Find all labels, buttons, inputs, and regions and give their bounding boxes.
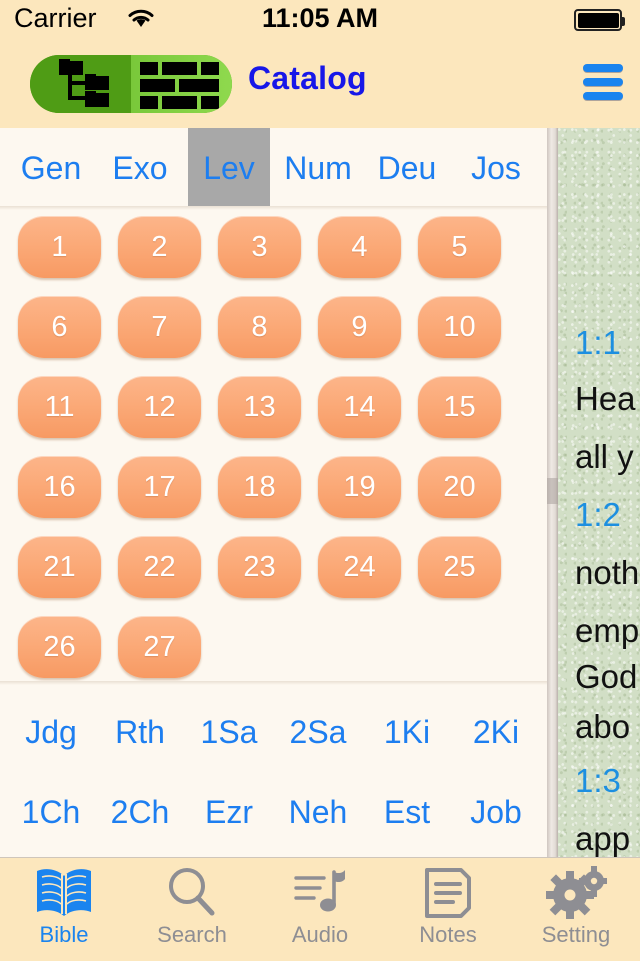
tab-label: Bible [39,922,89,947]
tab-label: Setting [541,922,611,947]
chapter-button[interactable]: 1 [18,216,101,278]
music-note-list-icon [290,862,350,924]
chapter-button[interactable]: 23 [218,536,301,598]
gears-icon [545,862,607,924]
book-tab-2ki[interactable]: 2Ki [455,692,537,772]
chapter-button[interactable]: 13 [218,376,301,438]
chapter-button[interactable]: 20 [418,456,501,518]
tab-search[interactable]: Search [128,858,256,961]
nav-bar: Catalog [0,38,640,128]
battery-full-icon [574,9,625,31]
chapter-button[interactable]: 27 [118,616,201,678]
chapter-button[interactable]: 8 [218,296,301,358]
book-tab-gen[interactable]: Gen [10,128,92,208]
book-tab-jos[interactable]: Jos [455,128,537,208]
verse-text-line: abo [575,708,631,745]
verse-text-line: Hea [575,380,636,417]
hamburger-menu-icon[interactable] [574,56,632,110]
tab-setting[interactable]: Setting [512,858,640,961]
chapter-button[interactable]: 5 [418,216,501,278]
catalog-tree-brick-logo-icon[interactable] [30,55,232,113]
chapter-button[interactable]: 10 [418,296,501,358]
chapter-button[interactable]: 16 [18,456,101,518]
tab-bible[interactable]: Bible [0,858,128,961]
book-tab-lev[interactable]: Lev [188,128,270,208]
reader-panel[interactable]: 1:1Heaall y1:2nothempGodabo1:3app1:4andE… [558,128,640,857]
chapter-button[interactable]: 19 [318,456,401,518]
verse-text-line: God [575,658,638,695]
clock-label: 11:05 AM [261,3,379,33]
menu-bar-3 [583,92,623,100]
book-tabs-row-1: Jdg Rth 1Sa 2Sa 1Ki 2Ki [0,692,550,772]
verse-number: 1:1 [575,324,621,361]
catalog-panel: Gen Exo Lev Num Deu Jos 1 2 3 4 5 6 7 8 9 10 11 12 13 14 15… [0,128,550,857]
chapter-button[interactable]: 17 [118,456,201,518]
verse-number: 1:2 [575,496,621,533]
book-tab-est[interactable]: Est [366,772,448,852]
chapter-button[interactable]: 18 [218,456,301,518]
open-book-icon [32,862,96,924]
tab-notes[interactable]: Notes [384,858,512,961]
tab-label: Notes [419,922,477,947]
book-tabs-bottom: Jdg Rth 1Sa 2Sa 1Ki 2Ki 1Ch 2Ch Ezr Neh Est Job [0,686,550,857]
battery-fill [577,12,619,28]
chapter-button[interactable]: 21 [18,536,101,598]
book-tab-num[interactable]: Num [277,128,359,208]
chapter-button[interactable]: 9 [318,296,401,358]
reader-content: 1:1Heaall y1:2nothempGodabo1:3app1:4andE… [558,128,640,857]
chapter-button[interactable]: 15 [418,376,501,438]
book-tab-1sa[interactable]: 1Sa [188,692,270,772]
book-tab-2sa[interactable]: 2Sa [277,692,359,772]
panel-divider-grip[interactable] [547,478,558,504]
chapter-button[interactable]: 22 [118,536,201,598]
chapter-button[interactable]: 4 [318,216,401,278]
book-tab-1ch[interactable]: 1Ch [10,772,92,852]
book-tab-job[interactable]: Job [455,772,537,852]
menu-bar-2 [583,78,623,86]
book-tab-1ki[interactable]: 1Ki [366,692,448,772]
logo-glyphs [59,59,219,109]
book-tab-deu[interactable]: Deu [366,128,448,208]
page-title: Catalog [248,60,367,96]
chapter-button[interactable]: 12 [118,376,201,438]
chapter-button[interactable]: 2 [118,216,201,278]
chapter-button[interactable]: 14 [318,376,401,438]
status-bar: Carrier 11:05 AM [0,0,640,38]
chapter-button[interactable]: 24 [318,536,401,598]
book-tabs-row-2: 1Ch 2Ch Ezr Neh Est Job [0,772,550,852]
verse-text-line: all y [575,438,634,475]
divider-bottom [0,681,550,685]
verse-text-line: app [575,820,631,857]
book-tab-neh[interactable]: Neh [277,772,359,852]
magnifier-icon [162,862,222,924]
book-tabs-row-top: Gen Exo Lev Num Deu Jos [0,128,550,208]
tab-audio[interactable]: Audio [256,858,384,961]
chapter-button[interactable]: 7 [118,296,201,358]
tab-label: Audio [291,922,349,947]
book-tab-ezr[interactable]: Ezr [188,772,270,852]
app-root: Carrier 11:05 AM Catalog Gen Exo Lev Num… [0,0,640,961]
book-tab-jdg[interactable]: Jdg [10,692,92,772]
book-tab-rth[interactable]: Rth [99,692,181,772]
book-tab-exo[interactable]: Exo [99,128,181,208]
chapter-button[interactable]: 6 [18,296,101,358]
tab-label: Search [157,922,227,947]
verse-number: 1:3 [575,762,621,799]
chapter-button[interactable]: 25 [418,536,501,598]
book-tab-2ch[interactable]: 2Ch [99,772,181,852]
menu-bar-1 [583,64,623,72]
chapter-button[interactable]: 3 [218,216,301,278]
chapter-button[interactable]: 11 [18,376,101,438]
verse-text-line: emp [575,612,640,649]
note-page-icon [421,862,475,924]
chapter-button[interactable]: 26 [18,616,101,678]
chapter-grid: 1 2 3 4 5 6 7 8 9 10 11 12 13 14 15 16 17 18 19 20 21 22 23 24 2… [0,210,550,683]
tab-bar: Bible Search Audio Notes Setting [0,857,640,961]
verse-text-line: noth [575,554,640,591]
